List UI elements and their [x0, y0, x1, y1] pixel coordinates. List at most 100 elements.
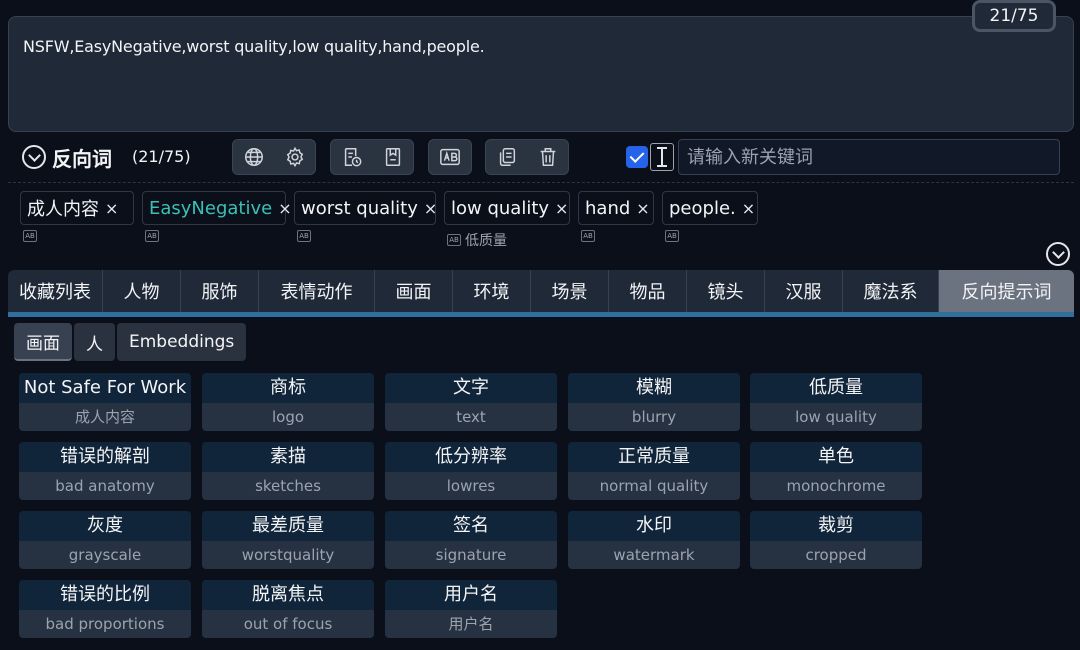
card-label: 错误的比例 — [19, 580, 191, 610]
tab-scene[interactable]: 画面 — [375, 270, 453, 312]
tag-text: low quality — [451, 197, 550, 219]
card-label: 模糊 — [568, 373, 740, 403]
keyword-card[interactable]: 签名 signature — [385, 511, 557, 569]
history-file-icon[interactable] — [337, 142, 367, 172]
tab-camera[interactable]: 镜头 — [687, 270, 765, 312]
close-icon[interactable]: × — [742, 199, 755, 218]
copy-icon[interactable] — [492, 142, 522, 172]
tag-item[interactable]: worst quality × AB — [294, 191, 437, 242]
gear-icon[interactable] — [280, 142, 310, 172]
translate-icon[interactable]: AB — [297, 230, 311, 242]
subtab-person[interactable]: 人 — [74, 323, 115, 361]
bookmark-icon[interactable] — [378, 142, 408, 172]
card-label: Not Safe For Work — [19, 373, 191, 403]
tab-clothing[interactable]: 服饰 — [181, 270, 259, 312]
negative-count: (21/75) — [132, 147, 191, 166]
card-keyword: out of focus — [202, 610, 374, 638]
tab-hanfu[interactable]: 汉服 — [765, 270, 843, 312]
card-label: 商标 — [202, 373, 374, 403]
keyword-card[interactable]: Not Safe For Work 成人内容 — [19, 373, 191, 431]
tag-item[interactable]: 成人内容 × AB — [20, 191, 134, 242]
collapse-icon[interactable] — [22, 145, 46, 169]
close-icon[interactable]: × — [278, 199, 291, 218]
card-label: 文字 — [385, 373, 557, 403]
auto-add-checkbox[interactable] — [626, 146, 648, 168]
card-keyword: lowres — [385, 472, 557, 500]
tab-negative-prompts[interactable]: 反向提示词 — [939, 270, 1074, 312]
tag-text: 成人内容 — [27, 199, 99, 220]
prompt-text: NSFW,EasyNegative,worst quality,low qual… — [23, 37, 485, 56]
negative-toolbar: 反向词 (21/75) — [8, 133, 1074, 183]
translate-icon[interactable]: AB — [581, 230, 595, 242]
card-label: 签名 — [385, 511, 557, 541]
keyword-card[interactable]: 裁剪 cropped — [750, 511, 922, 569]
trash-icon[interactable] — [533, 142, 563, 172]
keyword-card[interactable]: 正常质量 normal quality — [568, 442, 740, 500]
keyword-card[interactable]: 用户名 用户名 — [385, 580, 557, 638]
card-label: 水印 — [568, 511, 740, 541]
keyword-card[interactable]: 最差质量 worstquality — [202, 511, 374, 569]
card-keyword: 成人内容 — [19, 403, 191, 431]
card-label: 低质量 — [750, 373, 922, 403]
card-label: 单色 — [750, 442, 922, 472]
keyword-card[interactable]: 低质量 low quality — [750, 373, 922, 431]
keyword-card[interactable]: 脱离焦点 out of focus — [202, 580, 374, 638]
globe-icon[interactable] — [239, 142, 269, 172]
close-icon[interactable]: × — [424, 199, 437, 218]
subtab-image[interactable]: 画面 — [14, 323, 72, 361]
card-keyword: cropped — [750, 541, 922, 569]
card-label: 低分辨率 — [385, 442, 557, 472]
card-keyword: grayscale — [19, 541, 191, 569]
card-label: 正常质量 — [568, 442, 740, 472]
close-icon[interactable]: × — [105, 199, 118, 218]
keyword-card[interactable]: 错误的比例 bad proportions — [19, 580, 191, 638]
card-label: 用户名 — [385, 580, 557, 610]
sub-tabs: 画面 人 Embeddings — [14, 323, 248, 361]
tag-text: EasyNegative — [149, 197, 273, 219]
tag-item[interactable]: people. × AB — [662, 191, 758, 242]
tag-item[interactable]: EasyNegative × AB — [142, 191, 292, 242]
keyword-card[interactable]: 商标 logo — [202, 373, 374, 431]
tab-magic[interactable]: 魔法系 — [843, 270, 939, 312]
tab-location[interactable]: 场景 — [531, 270, 609, 312]
keyword-card[interactable]: 灰度 grayscale — [19, 511, 191, 569]
card-keyword: logo — [202, 403, 374, 431]
translate-icon[interactable]: AB — [145, 230, 159, 242]
card-keyword: sketches — [202, 472, 374, 500]
close-icon[interactable]: × — [555, 199, 568, 218]
translate-icon[interactable] — [435, 142, 465, 172]
tag-item[interactable]: hand × AB — [578, 191, 654, 242]
keyword-card[interactable]: 文字 text — [385, 373, 557, 431]
close-icon[interactable]: × — [636, 199, 649, 218]
keyword-card[interactable]: 水印 watermark — [568, 511, 740, 569]
card-keyword: watermark — [568, 541, 740, 569]
subtab-embeddings[interactable]: Embeddings — [117, 323, 247, 361]
tag-item[interactable]: low quality × AB 低质量 — [444, 191, 570, 249]
keyword-card[interactable]: 单色 monochrome — [750, 442, 922, 500]
keyword-card[interactable]: 模糊 blurry — [568, 373, 740, 431]
card-label: 错误的解剖 — [19, 442, 191, 472]
keyword-card[interactable]: 低分辨率 lowres — [385, 442, 557, 500]
keyword-card[interactable]: 素描 sketches — [202, 442, 374, 500]
tab-favorites[interactable]: 收藏列表 — [8, 270, 103, 312]
translate-icon[interactable]: AB — [23, 230, 37, 242]
new-keyword-input[interactable] — [678, 139, 1060, 175]
button-group-1 — [232, 139, 316, 175]
card-keyword: text — [385, 403, 557, 431]
card-keyword: worstquality — [202, 541, 374, 569]
tab-expressions[interactable]: 表情动作 — [259, 270, 375, 312]
translate-icon[interactable]: AB — [665, 230, 679, 242]
card-keyword: 用户名 — [385, 610, 557, 638]
translate-icon[interactable]: AB — [447, 234, 461, 246]
tab-objects[interactable]: 物品 — [609, 270, 687, 312]
keyword-card[interactable]: 错误的解剖 bad anatomy — [19, 442, 191, 500]
token-counter: 21/75 — [972, 0, 1056, 32]
expand-icon[interactable] — [1046, 242, 1070, 266]
tab-characters[interactable]: 人物 — [103, 270, 181, 312]
card-keyword: monochrome — [750, 472, 922, 500]
card-keyword: normal quality — [568, 472, 740, 500]
card-keyword: bad proportions — [19, 610, 191, 638]
tag-translation: 低质量 — [465, 233, 507, 249]
negative-prompt-textarea[interactable]: NSFW,EasyNegative,worst quality,low qual… — [8, 16, 1074, 132]
tab-environment[interactable]: 环境 — [453, 270, 531, 312]
